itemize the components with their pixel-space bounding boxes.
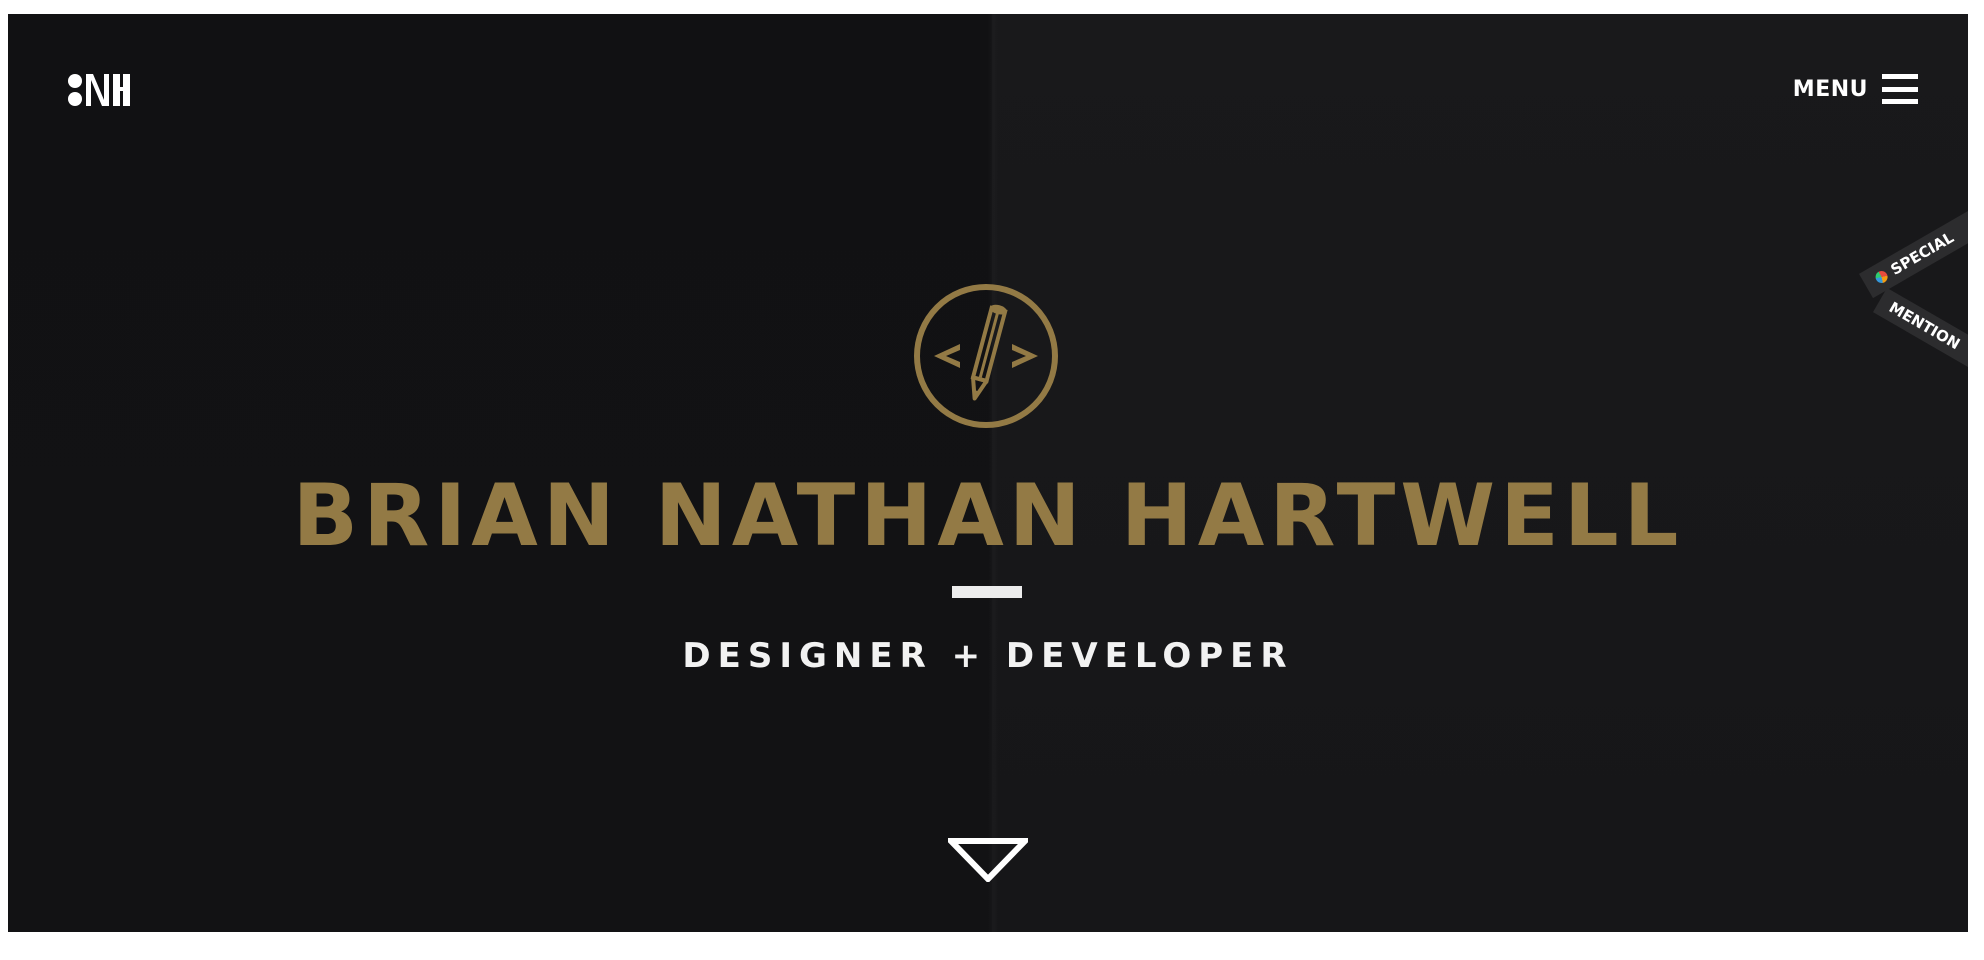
menu-button[interactable]: MENU bbox=[1793, 74, 1918, 104]
award-badge-icon bbox=[1873, 268, 1890, 286]
page: MENU SPECIAL MENTION BRIAN NATHAN HARTWE… bbox=[0, 0, 1984, 960]
hamburger-icon bbox=[1882, 74, 1918, 104]
menu-label: MENU bbox=[1792, 76, 1868, 102]
hero-tagline: DESIGNER + DEVELOPER bbox=[682, 636, 1294, 676]
award-ribbon[interactable]: SPECIAL MENTION bbox=[1858, 194, 1968, 378]
bnh-monogram-logo bbox=[68, 74, 130, 106]
logo-link[interactable] bbox=[66, 72, 140, 108]
code-pencil-icon bbox=[914, 284, 1058, 428]
hero-name-heading: BRIAN NATHAN HARTWELL bbox=[292, 466, 1684, 566]
hero-section: MENU SPECIAL MENTION BRIAN NATHAN HARTWE… bbox=[8, 14, 1968, 932]
down-triangle-icon[interactable] bbox=[948, 838, 1028, 882]
hero-divider-bar bbox=[952, 586, 1022, 598]
ribbon-text-special: SPECIAL bbox=[1887, 228, 1957, 279]
ribbon-band-top: SPECIAL bbox=[1859, 208, 1968, 299]
